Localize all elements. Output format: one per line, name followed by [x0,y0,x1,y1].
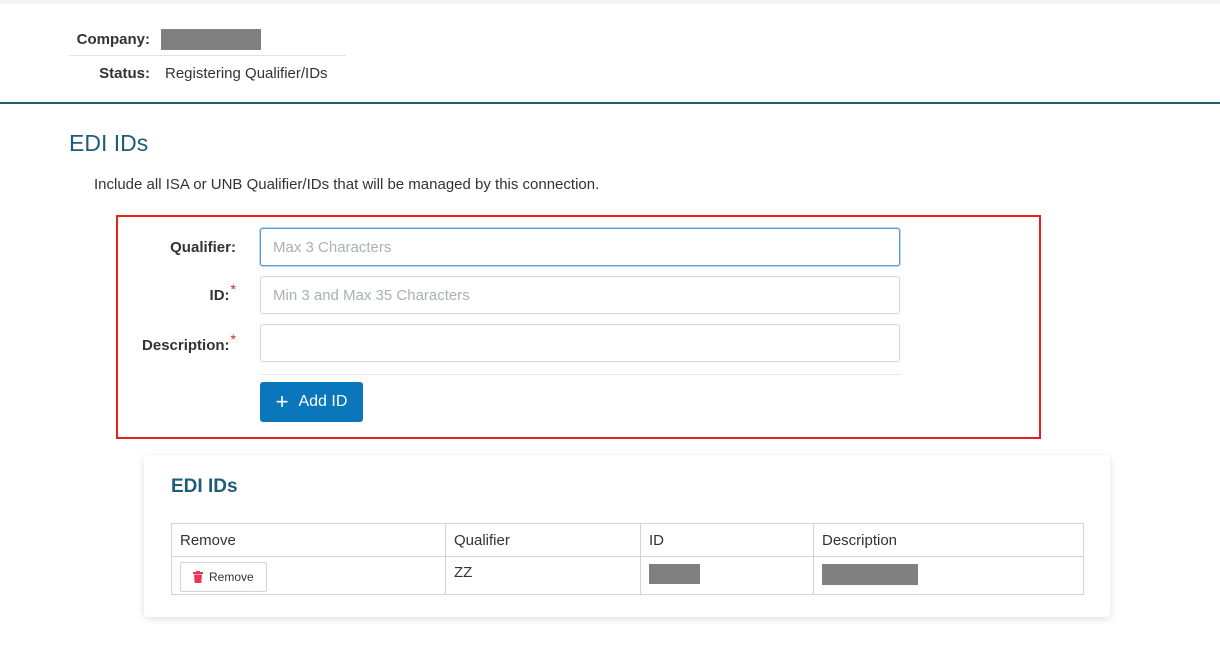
add-id-form: Qualifier: ID:* Description:* + Add ID [116,215,1041,439]
column-header-description: Description [813,523,1084,557]
remove-button-label: Remove [209,570,254,584]
id-cell [640,556,814,595]
add-id-button[interactable]: + Add ID [260,382,363,422]
column-header-remove: Remove [171,523,446,557]
description-input[interactable] [260,324,900,362]
edi-ids-card: EDI IDs Remove Qualifier ID Description [144,455,1110,617]
plus-icon: + [275,389,289,414]
status-label: Status: [99,64,150,82]
qualifier-input[interactable] [260,228,900,266]
remove-cell: Remove [171,556,446,595]
form-divider [260,374,902,375]
connection-info: Company: Status: Registering Qualifier/I… [69,24,346,90]
status-value: Registering Qualifier/IDs [165,64,328,82]
company-value-redacted [161,29,261,50]
column-header-qualifier: Qualifier [445,523,641,557]
id-required-marker: * [230,281,236,297]
description-value-redacted [822,564,918,585]
qualifier-cell: ZZ [445,556,641,595]
table-row: Remove ZZ [171,556,1084,595]
description-label: Description:* [142,331,236,354]
card-title: EDI IDs [171,476,238,497]
status-row: Status: Registering Qualifier/IDs [69,56,346,90]
header-divider [0,102,1220,104]
trash-icon [193,571,203,583]
edi-ids-table: Remove Qualifier ID Description Remove Z… [171,523,1084,595]
remove-button[interactable]: Remove [180,562,267,592]
column-header-id: ID [640,523,814,557]
add-id-button-label: Add ID [298,393,348,410]
id-value-redacted [649,564,700,584]
table-header-row: Remove Qualifier ID Description [171,523,1084,557]
description-cell [813,556,1084,595]
section-intro: Include all ISA or UNB Qualifier/IDs tha… [94,176,600,193]
qualifier-label: Qualifier: [170,239,236,256]
company-label: Company: [76,31,150,48]
id-input[interactable] [260,276,900,314]
company-row: Company: [69,24,346,56]
top-border [0,0,1220,4]
description-required-marker: * [230,331,236,347]
id-label: ID:* [209,281,236,304]
section-title: EDI IDs [69,130,149,156]
